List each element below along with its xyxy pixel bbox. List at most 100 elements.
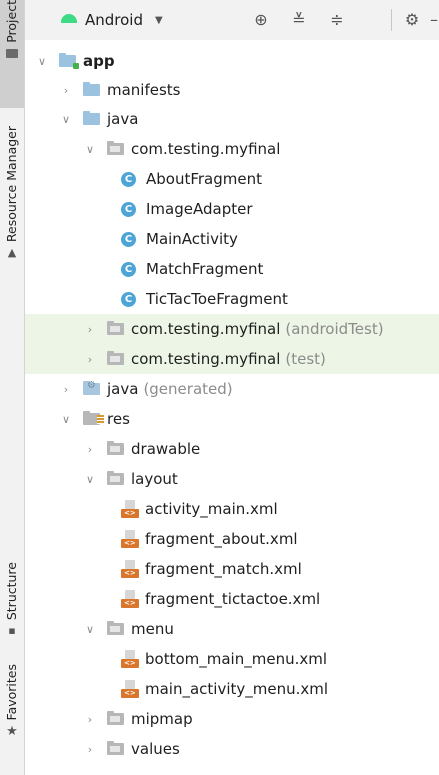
tree-node-class[interactable]: C TicTacToeFragment	[25, 284, 439, 314]
chevron-right-icon[interactable]: ›	[83, 443, 97, 456]
tree-label: fragment_tictactoe.xml	[145, 590, 321, 608]
tree-label: activity_main.xml	[145, 500, 278, 518]
tree-label-suffix: (test)	[285, 350, 326, 368]
package-icon	[107, 351, 124, 365]
tree-label: java	[107, 110, 139, 128]
tree-label: menu	[131, 620, 174, 638]
xml-file-icon: <>	[121, 500, 139, 518]
view-selector[interactable]: Android ▼	[61, 11, 163, 29]
class-icon: C	[121, 201, 136, 217]
generated-folder-icon	[83, 380, 100, 395]
tree-node-java-generated[interactable]: › java (generated)	[25, 374, 439, 404]
tree-node-values[interactable]: › values	[25, 734, 439, 764]
tree-label: layout	[131, 470, 178, 488]
tree-label: app	[83, 52, 115, 70]
package-icon	[107, 141, 124, 155]
tree-node-xml[interactable]: <> bottom_main_menu.xml	[25, 644, 439, 674]
resource-manager-tab-label: Resource Manager	[4, 126, 19, 243]
expand-all-icon[interactable]: ≚	[288, 9, 310, 31]
tree-node-layout[interactable]: ∨ layout	[25, 464, 439, 494]
project-toolbar: Android ▼ ⊕ ≚ ≑ ⚙ –	[25, 0, 439, 40]
collapse-all-icon[interactable]: ≑	[326, 9, 348, 31]
chevron-down-icon: ▼	[155, 14, 163, 26]
android-icon	[61, 13, 77, 23]
chevron-down-icon[interactable]: ∨	[35, 55, 49, 68]
tree-node-manifests[interactable]: › manifests	[25, 75, 439, 105]
favorites-tab-label: Favorites	[4, 664, 19, 721]
tree-label: com.testing.myfinal	[131, 140, 281, 158]
star-icon: ★	[6, 724, 18, 740]
chevron-down-icon[interactable]: ∨	[83, 623, 97, 636]
chevron-right-icon[interactable]: ›	[83, 743, 97, 756]
tree-node-package[interactable]: ∨ com.testing.myfinal	[25, 134, 439, 164]
tree-node-xml[interactable]: <> main_activity_menu.xml	[25, 674, 439, 704]
tree-node-res[interactable]: ∨ res	[25, 404, 439, 434]
view-selector-label: Android	[85, 11, 143, 29]
structure-icon: ▪	[8, 624, 16, 638]
tree-node-app[interactable]: ∨ app	[25, 46, 439, 76]
toolbar-actions: ⊕ ≚ ≑	[250, 9, 364, 31]
tree-label: com.testing.myfinal	[131, 350, 281, 368]
tree-label: AboutFragment	[146, 170, 262, 188]
tree-label-suffix: (generated)	[143, 380, 233, 398]
chevron-right-icon[interactable]: ›	[83, 713, 97, 726]
tree-label: values	[131, 740, 180, 758]
xml-file-icon: <>	[121, 650, 139, 668]
resource-folder-icon	[83, 411, 104, 425]
tree-node-xml[interactable]: <> fragment_tictactoe.xml	[25, 584, 439, 614]
chevron-down-icon[interactable]: ∨	[59, 113, 73, 126]
tree-label: TicTacToeFragment	[146, 290, 288, 308]
tree-label: mipmap	[131, 710, 193, 728]
chevron-down-icon[interactable]: ∨	[83, 143, 97, 156]
tree-label-suffix: (androidTest)	[285, 320, 384, 338]
tree-node-drawable[interactable]: › drawable	[25, 434, 439, 464]
tree-node-xml[interactable]: <> fragment_about.xml	[25, 524, 439, 554]
folder-icon	[107, 441, 124, 455]
resource-icon: ▲	[7, 246, 17, 260]
tree-node-package-android-test[interactable]: › com.testing.myfinal (androidTest)	[25, 314, 439, 344]
tree-label: MainActivity	[146, 230, 238, 248]
tree-label: drawable	[131, 440, 201, 458]
chevron-down-icon[interactable]: ∨	[59, 413, 73, 426]
tree-node-package-test[interactable]: › com.testing.myfinal (test)	[25, 344, 439, 374]
class-icon: C	[121, 231, 136, 247]
tree-label: bottom_main_menu.xml	[145, 650, 328, 668]
chevron-right-icon[interactable]: ›	[59, 383, 73, 396]
locate-icon[interactable]: ⊕	[250, 9, 272, 31]
folder-icon	[107, 711, 124, 725]
module-folder-icon	[59, 53, 79, 69]
folder-icon	[83, 111, 100, 125]
favorites-tab[interactable]: Favorites ★	[0, 664, 24, 770]
project-tab[interactable]: Project	[0, 0, 24, 108]
package-icon	[107, 321, 124, 335]
xml-file-icon: <>	[121, 590, 139, 608]
tree-label: manifests	[107, 81, 181, 99]
tree-label: java	[107, 380, 139, 398]
gear-icon[interactable]: ⚙	[401, 9, 423, 31]
tree-node-java[interactable]: ∨ java	[25, 104, 439, 134]
class-icon: C	[121, 171, 136, 187]
chevron-right-icon[interactable]: ›	[83, 353, 97, 366]
class-icon: C	[121, 261, 136, 277]
chevron-right-icon[interactable]: ›	[83, 323, 97, 336]
tree-node-class[interactable]: C ImageAdapter	[25, 194, 439, 224]
tree-node-xml[interactable]: <> activity_main.xml	[25, 494, 439, 524]
structure-tab[interactable]: Structure ▪	[0, 562, 24, 652]
tree-node-class[interactable]: C AboutFragment	[25, 164, 439, 194]
resource-manager-tab[interactable]: Resource Manager ▲	[0, 126, 24, 306]
chevron-down-icon[interactable]: ∨	[83, 473, 97, 486]
tree-label: main_activity_menu.xml	[145, 680, 329, 698]
tree-node-menu[interactable]: ∨ menu	[25, 614, 439, 644]
chevron-right-icon[interactable]: ›	[59, 84, 73, 97]
tree-label: ImageAdapter	[146, 200, 253, 218]
hide-icon[interactable]: –	[429, 9, 439, 31]
tree-node-class[interactable]: C MatchFragment	[25, 254, 439, 284]
tree-node-class[interactable]: C MainActivity	[25, 224, 439, 254]
tree-label: com.testing.myfinal	[131, 320, 281, 338]
tree-node-xml[interactable]: <> fragment_match.xml	[25, 554, 439, 584]
tree-node-mipmap[interactable]: › mipmap	[25, 704, 439, 734]
xml-file-icon: <>	[121, 680, 139, 698]
project-tab-label: Project	[4, 0, 19, 43]
tool-window-strip: Project Resource Manager ▲ Structure ▪ F…	[0, 0, 25, 775]
tree-label: fragment_match.xml	[145, 560, 302, 578]
